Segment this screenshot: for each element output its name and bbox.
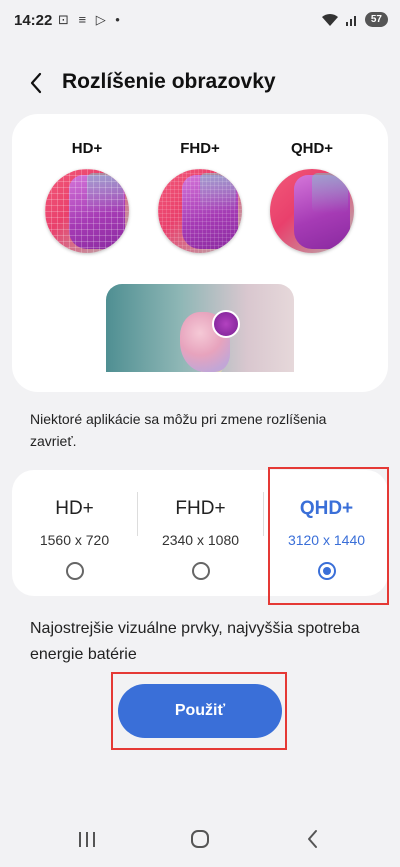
preview-hd: HD+ bbox=[42, 140, 132, 253]
home-button[interactable] bbox=[183, 824, 217, 854]
notification-icons: ⊡ ≡ ▷ • bbox=[58, 12, 123, 27]
wifi-icon bbox=[321, 13, 338, 26]
status-right: 57 bbox=[321, 12, 388, 27]
recents-icon bbox=[79, 832, 95, 847]
preview-label-fhd: FHD+ bbox=[180, 140, 220, 157]
info-text: Niektoré aplikácie sa môžu pri zmene roz… bbox=[30, 411, 327, 449]
preview-fhd: FHD+ bbox=[155, 140, 245, 253]
header: Rozlíšenie obrazovky bbox=[0, 60, 400, 104]
back-button[interactable] bbox=[22, 68, 52, 98]
option-hd-radio[interactable] bbox=[65, 562, 84, 580]
option-qhd-radio[interactable] bbox=[317, 562, 336, 580]
option-hd[interactable]: HD+ 1560 x 720 bbox=[12, 470, 137, 596]
option-fhd[interactable]: FHD+ 2340 x 1080 bbox=[138, 470, 263, 596]
back-nav-button[interactable] bbox=[296, 824, 330, 854]
preview-label-hd: HD+ bbox=[71, 140, 103, 157]
recents-button[interactable] bbox=[70, 824, 104, 854]
home-icon bbox=[191, 830, 209, 848]
option-hd-name: HD+ bbox=[55, 498, 94, 519]
option-description: Najostrejšie vizuálne prvky, najvyššia s… bbox=[30, 620, 360, 663]
option-fhd-name: FHD+ bbox=[175, 498, 226, 519]
signal-icon bbox=[345, 15, 356, 26]
magnifier-icon bbox=[212, 310, 240, 338]
wallpaper-preview bbox=[106, 284, 294, 372]
resolution-preview-card: HD+ FHD+ QHD+ bbox=[12, 114, 388, 392]
navigation-bar bbox=[0, 810, 400, 867]
preview-qhd: QHD+ bbox=[267, 140, 357, 253]
preview-label-qhd: QHD+ bbox=[290, 140, 334, 157]
chevron-left-icon bbox=[30, 72, 42, 94]
preview-circle-fhd bbox=[158, 169, 242, 253]
battery-icon: 57 bbox=[364, 12, 388, 27]
option-hd-dims: 1560 x 720 bbox=[39, 532, 110, 548]
preview-circle-hd bbox=[45, 169, 129, 253]
back-icon bbox=[308, 830, 317, 848]
option-fhd-radio[interactable] bbox=[191, 562, 210, 580]
apply-button[interactable]: Použiť bbox=[118, 684, 282, 738]
option-fhd-dims: 2340 x 1080 bbox=[161, 532, 240, 548]
resolution-options: HD+ 1560 x 720 FHD+ 2340 x 1080 QHD+ 312… bbox=[12, 470, 388, 596]
option-qhd-dims: 3120 x 1440 bbox=[287, 532, 366, 548]
status-bar: 14:22 ⊡ ≡ ▷ • 57 bbox=[0, 0, 400, 44]
status-time: 14:22 bbox=[14, 12, 53, 29]
page-title: Rozlíšenie obrazovky bbox=[62, 70, 276, 93]
preview-circle-qhd bbox=[270, 169, 354, 253]
option-qhd-name: QHD+ bbox=[299, 498, 354, 519]
option-qhd[interactable]: QHD+ 3120 x 1440 bbox=[264, 470, 389, 596]
